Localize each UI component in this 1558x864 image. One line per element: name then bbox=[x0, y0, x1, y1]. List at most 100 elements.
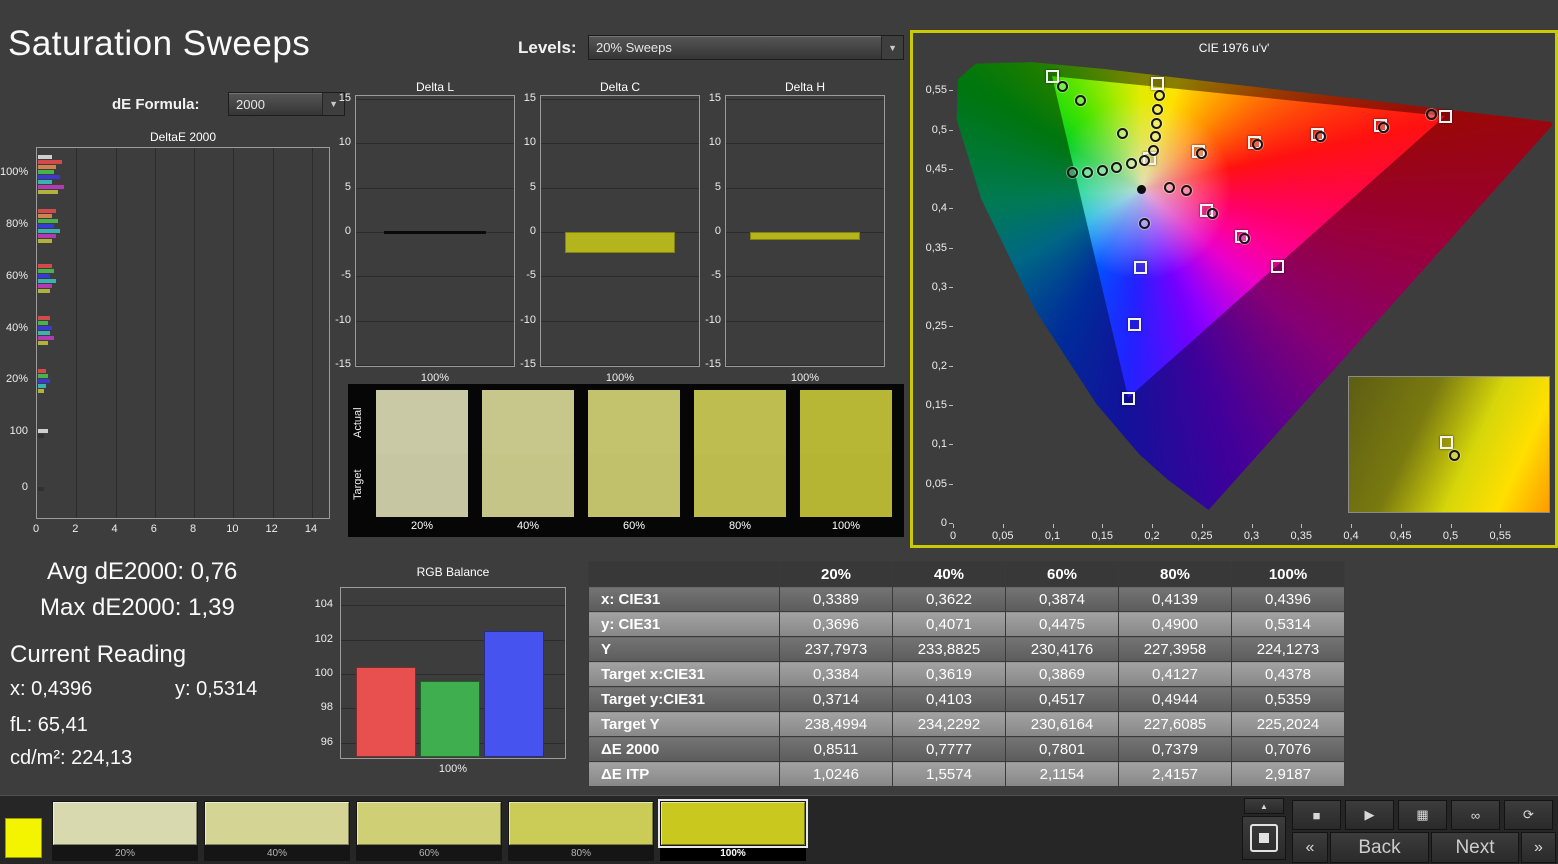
y-axis-tick-label: 15 bbox=[514, 92, 536, 104]
pattern-swatch-button[interactable]: 60% bbox=[356, 801, 502, 861]
pattern-swatch-label: 100% bbox=[660, 846, 806, 861]
measurement-marker bbox=[1057, 81, 1068, 92]
current-cdm2-reading: cd/m²: 224,13 bbox=[10, 747, 132, 770]
delta-value-line bbox=[384, 231, 485, 234]
value-bar bbox=[38, 487, 44, 491]
next-chevron-button[interactable]: » bbox=[1521, 832, 1556, 863]
axis-tick bbox=[1003, 524, 1004, 528]
continuous-read-button[interactable]: ∞ bbox=[1451, 800, 1500, 830]
y-axis-tick-label: 60% bbox=[0, 270, 28, 282]
back-button-label: Back bbox=[1358, 837, 1400, 859]
stop-button[interactable]: ■ bbox=[1292, 800, 1341, 830]
pattern-swatch-button[interactable]: 100% bbox=[660, 801, 806, 861]
gridline bbox=[541, 365, 699, 366]
value-bar bbox=[38, 336, 54, 340]
y-axis-tick-label: 40% bbox=[0, 322, 28, 334]
table-cell: 0,5314 bbox=[1232, 612, 1345, 637]
gridline bbox=[541, 276, 699, 277]
target-color-patch bbox=[694, 454, 786, 518]
pattern-swatch-face bbox=[356, 801, 502, 846]
table-cell: 0,4127 bbox=[1119, 662, 1232, 687]
table-header-cell: 60% bbox=[1006, 562, 1119, 587]
y-axis-tick-label: -15 bbox=[514, 358, 536, 370]
axis-tick bbox=[1152, 524, 1153, 528]
y-axis-tick-label: 0,1 bbox=[917, 438, 947, 450]
rgb-balance-title: RGB Balance bbox=[340, 565, 566, 579]
current-x-reading: x: 0,4396 bbox=[10, 678, 92, 701]
table-cell: 0,3384 bbox=[780, 662, 893, 687]
gridline bbox=[541, 143, 699, 144]
y-axis-tick-label: 0,25 bbox=[917, 320, 947, 332]
levels-label: Levels: bbox=[518, 38, 577, 58]
pattern-swatch-button[interactable]: 40% bbox=[204, 801, 350, 861]
measurement-marker bbox=[1154, 90, 1165, 101]
refresh-button[interactable]: ⟳ bbox=[1504, 800, 1553, 830]
x-axis-tick-label: 12 bbox=[266, 523, 278, 535]
levels-dropdown[interactable]: 20% Sweeps ▼ bbox=[588, 35, 904, 60]
value-bar bbox=[38, 369, 46, 373]
stop-icon: ■ bbox=[1313, 808, 1321, 823]
delta-value-bar bbox=[750, 232, 861, 240]
table-header-cell: 20% bbox=[780, 562, 893, 587]
gridline bbox=[726, 99, 884, 100]
value-bar bbox=[38, 190, 58, 194]
cie-chart-title: CIE 1976 u'v' bbox=[913, 41, 1555, 55]
table-row-label: Target y:CIE31 bbox=[589, 687, 780, 712]
table-cell: 0,3874 bbox=[1006, 587, 1119, 612]
current-color-tile[interactable] bbox=[5, 818, 42, 858]
table-row: y: CIE310,36960,40710,44750,49000,5314 bbox=[589, 612, 1345, 637]
y-axis-tick-label: 0,05 bbox=[917, 478, 947, 490]
chevron-left-icon: « bbox=[1306, 839, 1315, 857]
continuous-read-icon: ∞ bbox=[1471, 808, 1480, 823]
x-axis-tick-label: 10 bbox=[226, 523, 238, 535]
measurement-marker bbox=[1117, 128, 1128, 139]
current-fl-reading: fL: 65,41 bbox=[10, 714, 88, 737]
deltae-chart-title: DeltaE 2000 bbox=[36, 130, 330, 144]
table-cell: 2,4157 bbox=[1119, 762, 1232, 787]
delta-chart-title: Delta C bbox=[540, 80, 700, 94]
back-chevron-button[interactable]: « bbox=[1292, 832, 1328, 863]
pattern-swatch-face bbox=[204, 801, 350, 846]
y-axis-tick-label: -10 bbox=[699, 314, 721, 326]
table-cell: 0,7076 bbox=[1232, 737, 1345, 762]
table-cell: 0,4103 bbox=[893, 687, 1006, 712]
play-button[interactable]: ▶ bbox=[1345, 800, 1394, 830]
expand-panel-button[interactable]: ▲ bbox=[1244, 798, 1284, 814]
pattern-bottom-bar: 20%40% 60% 80% 100% ▲ ■ ▶▦ ∞ ⟳ « Back Next » bbox=[0, 795, 1558, 864]
pattern-window-button[interactable] bbox=[1242, 816, 1286, 860]
meter-button[interactable]: ▦ bbox=[1398, 800, 1447, 830]
gridline bbox=[356, 188, 514, 189]
y-axis-tick-label: 0,45 bbox=[917, 163, 947, 175]
table-header-row: 20%40%60%80%100% bbox=[589, 562, 1345, 587]
x-axis-tick-label: 0,15 bbox=[1092, 530, 1113, 542]
value-bar bbox=[38, 165, 56, 169]
pattern-swatch-label: 60% bbox=[356, 846, 502, 861]
y-axis-tick-label: -15 bbox=[329, 358, 351, 370]
table-row: Target Y238,4994234,2292230,6164227,6085… bbox=[589, 712, 1345, 737]
delta-chart-x-label: 100% bbox=[725, 372, 885, 384]
value-bar bbox=[38, 155, 52, 159]
de-formula-label: dE Formula: bbox=[112, 96, 200, 113]
pattern-swatch-button[interactable]: 80% bbox=[508, 801, 654, 861]
pattern-swatch-button[interactable]: 20% bbox=[52, 801, 198, 861]
saturation-swatch bbox=[588, 390, 680, 517]
table-cell: 233,8825 bbox=[893, 637, 1006, 662]
measurement-marker bbox=[1097, 165, 1108, 176]
value-bar bbox=[38, 429, 48, 433]
table-cell: 238,4994 bbox=[780, 712, 893, 737]
table-cell: 1,0246 bbox=[780, 762, 893, 787]
pattern-window-icon bbox=[1250, 824, 1278, 852]
gridline bbox=[194, 148, 195, 518]
gridline bbox=[356, 365, 514, 366]
table-row-label: Y bbox=[589, 637, 780, 662]
gridline bbox=[541, 321, 699, 322]
next-button[interactable]: Next bbox=[1431, 832, 1519, 863]
table-row: ΔE 20000,85110,77770,78010,73790,7076 bbox=[589, 737, 1345, 762]
rgb-balance-x-label: 100% bbox=[340, 763, 566, 775]
table-cell: 2,1154 bbox=[1006, 762, 1119, 787]
y-axis-tick-label: 5 bbox=[329, 181, 351, 193]
y-axis-tick-label: 104 bbox=[307, 598, 333, 610]
back-button[interactable]: Back bbox=[1330, 832, 1429, 863]
gridline bbox=[233, 148, 234, 518]
target-marker bbox=[1271, 260, 1284, 273]
